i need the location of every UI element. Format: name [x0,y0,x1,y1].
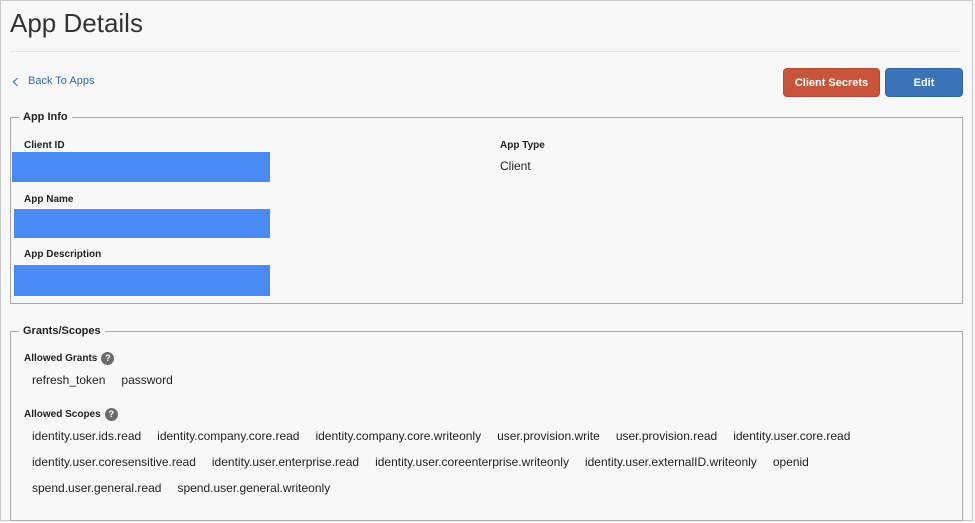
scope-item: user.provision.write [497,429,600,443]
question-circle-icon[interactable]: ? [101,352,115,365]
allowed-grants-list: refresh_token password [32,373,189,387]
title-divider [10,51,960,52]
scope-item: identity.user.ids.read [32,429,142,443]
edit-button[interactable]: Edit [885,68,963,97]
back-to-apps-label: Back To Apps [28,75,95,87]
grant-item: password [121,373,173,387]
scope-item: spend.user.general.writeonly [177,481,331,495]
question-circle-icon[interactable]: ? [104,408,118,421]
chevron-left-icon [12,77,22,86]
client-id-label: Client ID [24,140,65,151]
app-name-label: App Name [24,194,74,205]
scope-item: spend.user.general.read [32,481,162,495]
scope-item: identity.user.coresensitive.read [32,455,196,469]
app-type-label: App Type [500,140,545,151]
scope-item: identity.company.core.writeonly [315,429,482,443]
app-type-value: Client [500,159,531,173]
scope-row: spend.user.general.read spend.user.gener… [32,481,346,495]
app-description-label: App Description [24,249,102,260]
scope-item: identity.user.externalID.writeonly [584,455,757,469]
app-description-redacted [14,265,270,296]
app-name-redacted [14,209,270,238]
allowed-scopes-heading: Allowed Scopes ? [24,408,118,421]
scope-row: identity.user.coresensitive.read identit… [32,455,825,469]
scope-item: user.provision.read [615,429,718,443]
scope-row: identity.user.ids.read identity.company.… [32,429,866,443]
scope-item: identity.user.enterprise.read [211,455,360,469]
allowed-grants-label: Allowed Grants [24,353,98,364]
app-info-legend: App Info [23,111,68,123]
allowed-grants-heading: Allowed Grants ? [24,352,115,365]
scope-item: identity.user.coreenterprise.writeonly [375,455,569,469]
scope-item: openid [772,455,809,469]
back-to-apps-link[interactable]: Back To Apps [12,75,95,87]
scope-item: identity.user.core.read [733,429,851,443]
scope-item: identity.company.core.read [157,429,300,443]
client-id-redacted [12,152,270,182]
grants-scopes-legend: Grants/Scopes [23,325,101,337]
page-title: App Details [10,8,143,38]
grant-item: refresh_token [32,373,106,387]
client-secrets-button[interactable]: Client Secrets [783,68,880,97]
app-details-page: App Details Back To Apps Client Secrets … [0,0,973,521]
allowed-scopes-label: Allowed Scopes [24,409,101,420]
